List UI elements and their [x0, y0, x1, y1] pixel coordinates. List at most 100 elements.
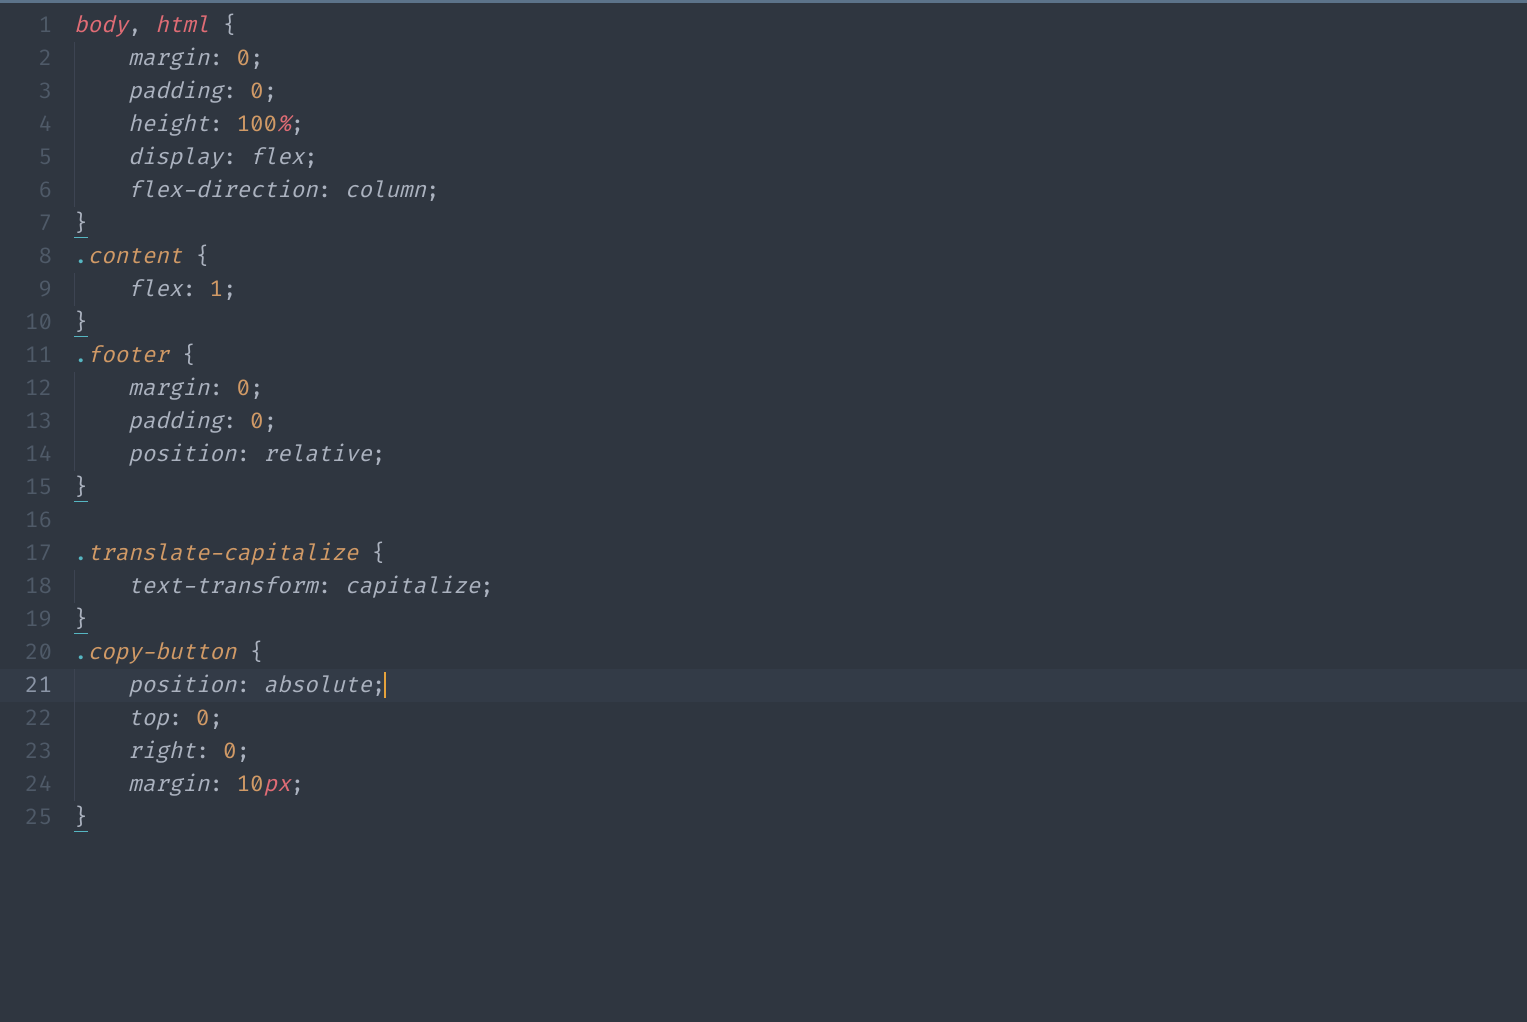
line-number[interactable]: 25 — [0, 801, 70, 834]
line-number[interactable]: 10 — [0, 306, 70, 339]
line-number[interactable]: 9 — [0, 273, 70, 306]
token-num: 0 — [236, 45, 250, 72]
token-kw: capitalize — [345, 573, 480, 600]
token-kw: flex — [250, 144, 304, 171]
token-prop: padding — [128, 408, 223, 435]
token-punct: ; — [236, 738, 250, 765]
code-area[interactable]: body, html { margin: 0; padding: 0; heig… — [70, 3, 1527, 1022]
token-punct: : — [169, 705, 196, 732]
code-line[interactable]: body, html { — [70, 9, 1527, 42]
token-punct: ; — [372, 672, 386, 699]
code-editor[interactable]: 1234567891011121314151617181920212223242… — [0, 3, 1527, 1022]
token-prop: padding — [128, 78, 223, 105]
token-kw: column — [345, 177, 426, 204]
token-tag: body — [74, 12, 128, 39]
token-tag: html — [155, 12, 209, 39]
token-dot: . — [74, 243, 88, 270]
code-line[interactable]: text-transform: capitalize; — [70, 570, 1527, 603]
token-brace-u: } — [74, 804, 88, 832]
line-number[interactable]: 12 — [0, 372, 70, 405]
code-line[interactable]: } — [70, 801, 1527, 834]
token-kw: absolute — [264, 672, 372, 699]
line-number[interactable]: 16 — [0, 504, 70, 537]
token-prop: margin — [128, 375, 209, 402]
token-num: 1 — [209, 276, 223, 303]
line-number[interactable]: 4 — [0, 108, 70, 141]
line-number[interactable]: 13 — [0, 405, 70, 438]
token-class: footer — [88, 342, 169, 369]
code-line[interactable]: } — [70, 306, 1527, 339]
code-line[interactable]: padding: 0; — [70, 405, 1527, 438]
token-kw: relative — [264, 441, 372, 468]
code-line[interactable]: margin: 0; — [70, 372, 1527, 405]
token-punct — [169, 342, 183, 369]
line-number[interactable]: 8 — [0, 240, 70, 273]
token-punct — [209, 12, 223, 39]
token-prop: position — [128, 441, 236, 468]
code-line[interactable]: height: 100%; — [70, 108, 1527, 141]
token-brace: { — [182, 342, 196, 369]
code-line[interactable]: } — [70, 207, 1527, 240]
token-punct: : — [209, 771, 236, 798]
code-line[interactable]: margin: 0; — [70, 42, 1527, 75]
line-number[interactable]: 22 — [0, 702, 70, 735]
code-line[interactable] — [70, 504, 1527, 537]
line-number[interactable]: 6 — [0, 174, 70, 207]
line-number-gutter[interactable]: 1234567891011121314151617181920212223242… — [0, 3, 70, 1022]
code-line[interactable]: margin: 10px; — [70, 768, 1527, 801]
code-line[interactable]: .translate-capitalize { — [70, 537, 1527, 570]
line-number[interactable]: 17 — [0, 537, 70, 570]
token-brace: { — [223, 12, 237, 39]
code-line[interactable]: padding: 0; — [70, 75, 1527, 108]
code-line[interactable]: } — [70, 603, 1527, 636]
token-num: 0 — [250, 408, 264, 435]
token-punct: : — [209, 45, 236, 72]
line-number[interactable]: 24 — [0, 768, 70, 801]
line-number[interactable]: 15 — [0, 471, 70, 504]
token-brace: { — [196, 243, 210, 270]
line-number[interactable]: 18 — [0, 570, 70, 603]
code-line[interactable]: .footer { — [70, 339, 1527, 372]
code-line[interactable]: top: 0; — [70, 702, 1527, 735]
token-brace-u: } — [74, 474, 88, 502]
token-punct: : — [209, 375, 236, 402]
line-number[interactable]: 11 — [0, 339, 70, 372]
token-num: 10 — [236, 771, 263, 798]
code-line[interactable]: } — [70, 471, 1527, 504]
line-number[interactable]: 7 — [0, 207, 70, 240]
token-punct: ; — [223, 276, 237, 303]
token-punct: ; — [304, 144, 318, 171]
token-prop: display — [128, 144, 223, 171]
line-number[interactable]: 1 — [0, 9, 70, 42]
line-number[interactable]: 23 — [0, 735, 70, 768]
code-line[interactable]: display: flex; — [70, 141, 1527, 174]
token-punct: ; — [264, 408, 278, 435]
line-number[interactable]: 2 — [0, 42, 70, 75]
code-line[interactable]: flex-direction: column; — [70, 174, 1527, 207]
token-punct: , — [128, 12, 155, 39]
code-line[interactable]: .content { — [70, 240, 1527, 273]
code-line[interactable]: .copy-button { — [70, 636, 1527, 669]
token-punct: ; — [480, 573, 494, 600]
token-punct — [236, 639, 250, 666]
token-num: 0 — [250, 78, 264, 105]
line-number[interactable]: 5 — [0, 141, 70, 174]
line-number[interactable]: 14 — [0, 438, 70, 471]
token-punct: ; — [291, 111, 305, 138]
line-number[interactable]: 21 — [0, 669, 70, 702]
line-number[interactable]: 20 — [0, 636, 70, 669]
token-brace-u: } — [74, 606, 88, 634]
token-class: content — [88, 243, 183, 270]
token-punct: ; — [291, 771, 305, 798]
code-line[interactable]: flex: 1; — [70, 273, 1527, 306]
code-line[interactable]: position: absolute; — [70, 669, 1527, 702]
token-punct: : — [223, 144, 250, 171]
token-punct: : — [236, 441, 263, 468]
line-number[interactable]: 19 — [0, 603, 70, 636]
token-punct — [358, 540, 372, 567]
code-line[interactable]: right: 0; — [70, 735, 1527, 768]
token-punct: : — [236, 672, 263, 699]
code-line[interactable]: position: relative; — [70, 438, 1527, 471]
token-prop: right — [128, 738, 196, 765]
line-number[interactable]: 3 — [0, 75, 70, 108]
